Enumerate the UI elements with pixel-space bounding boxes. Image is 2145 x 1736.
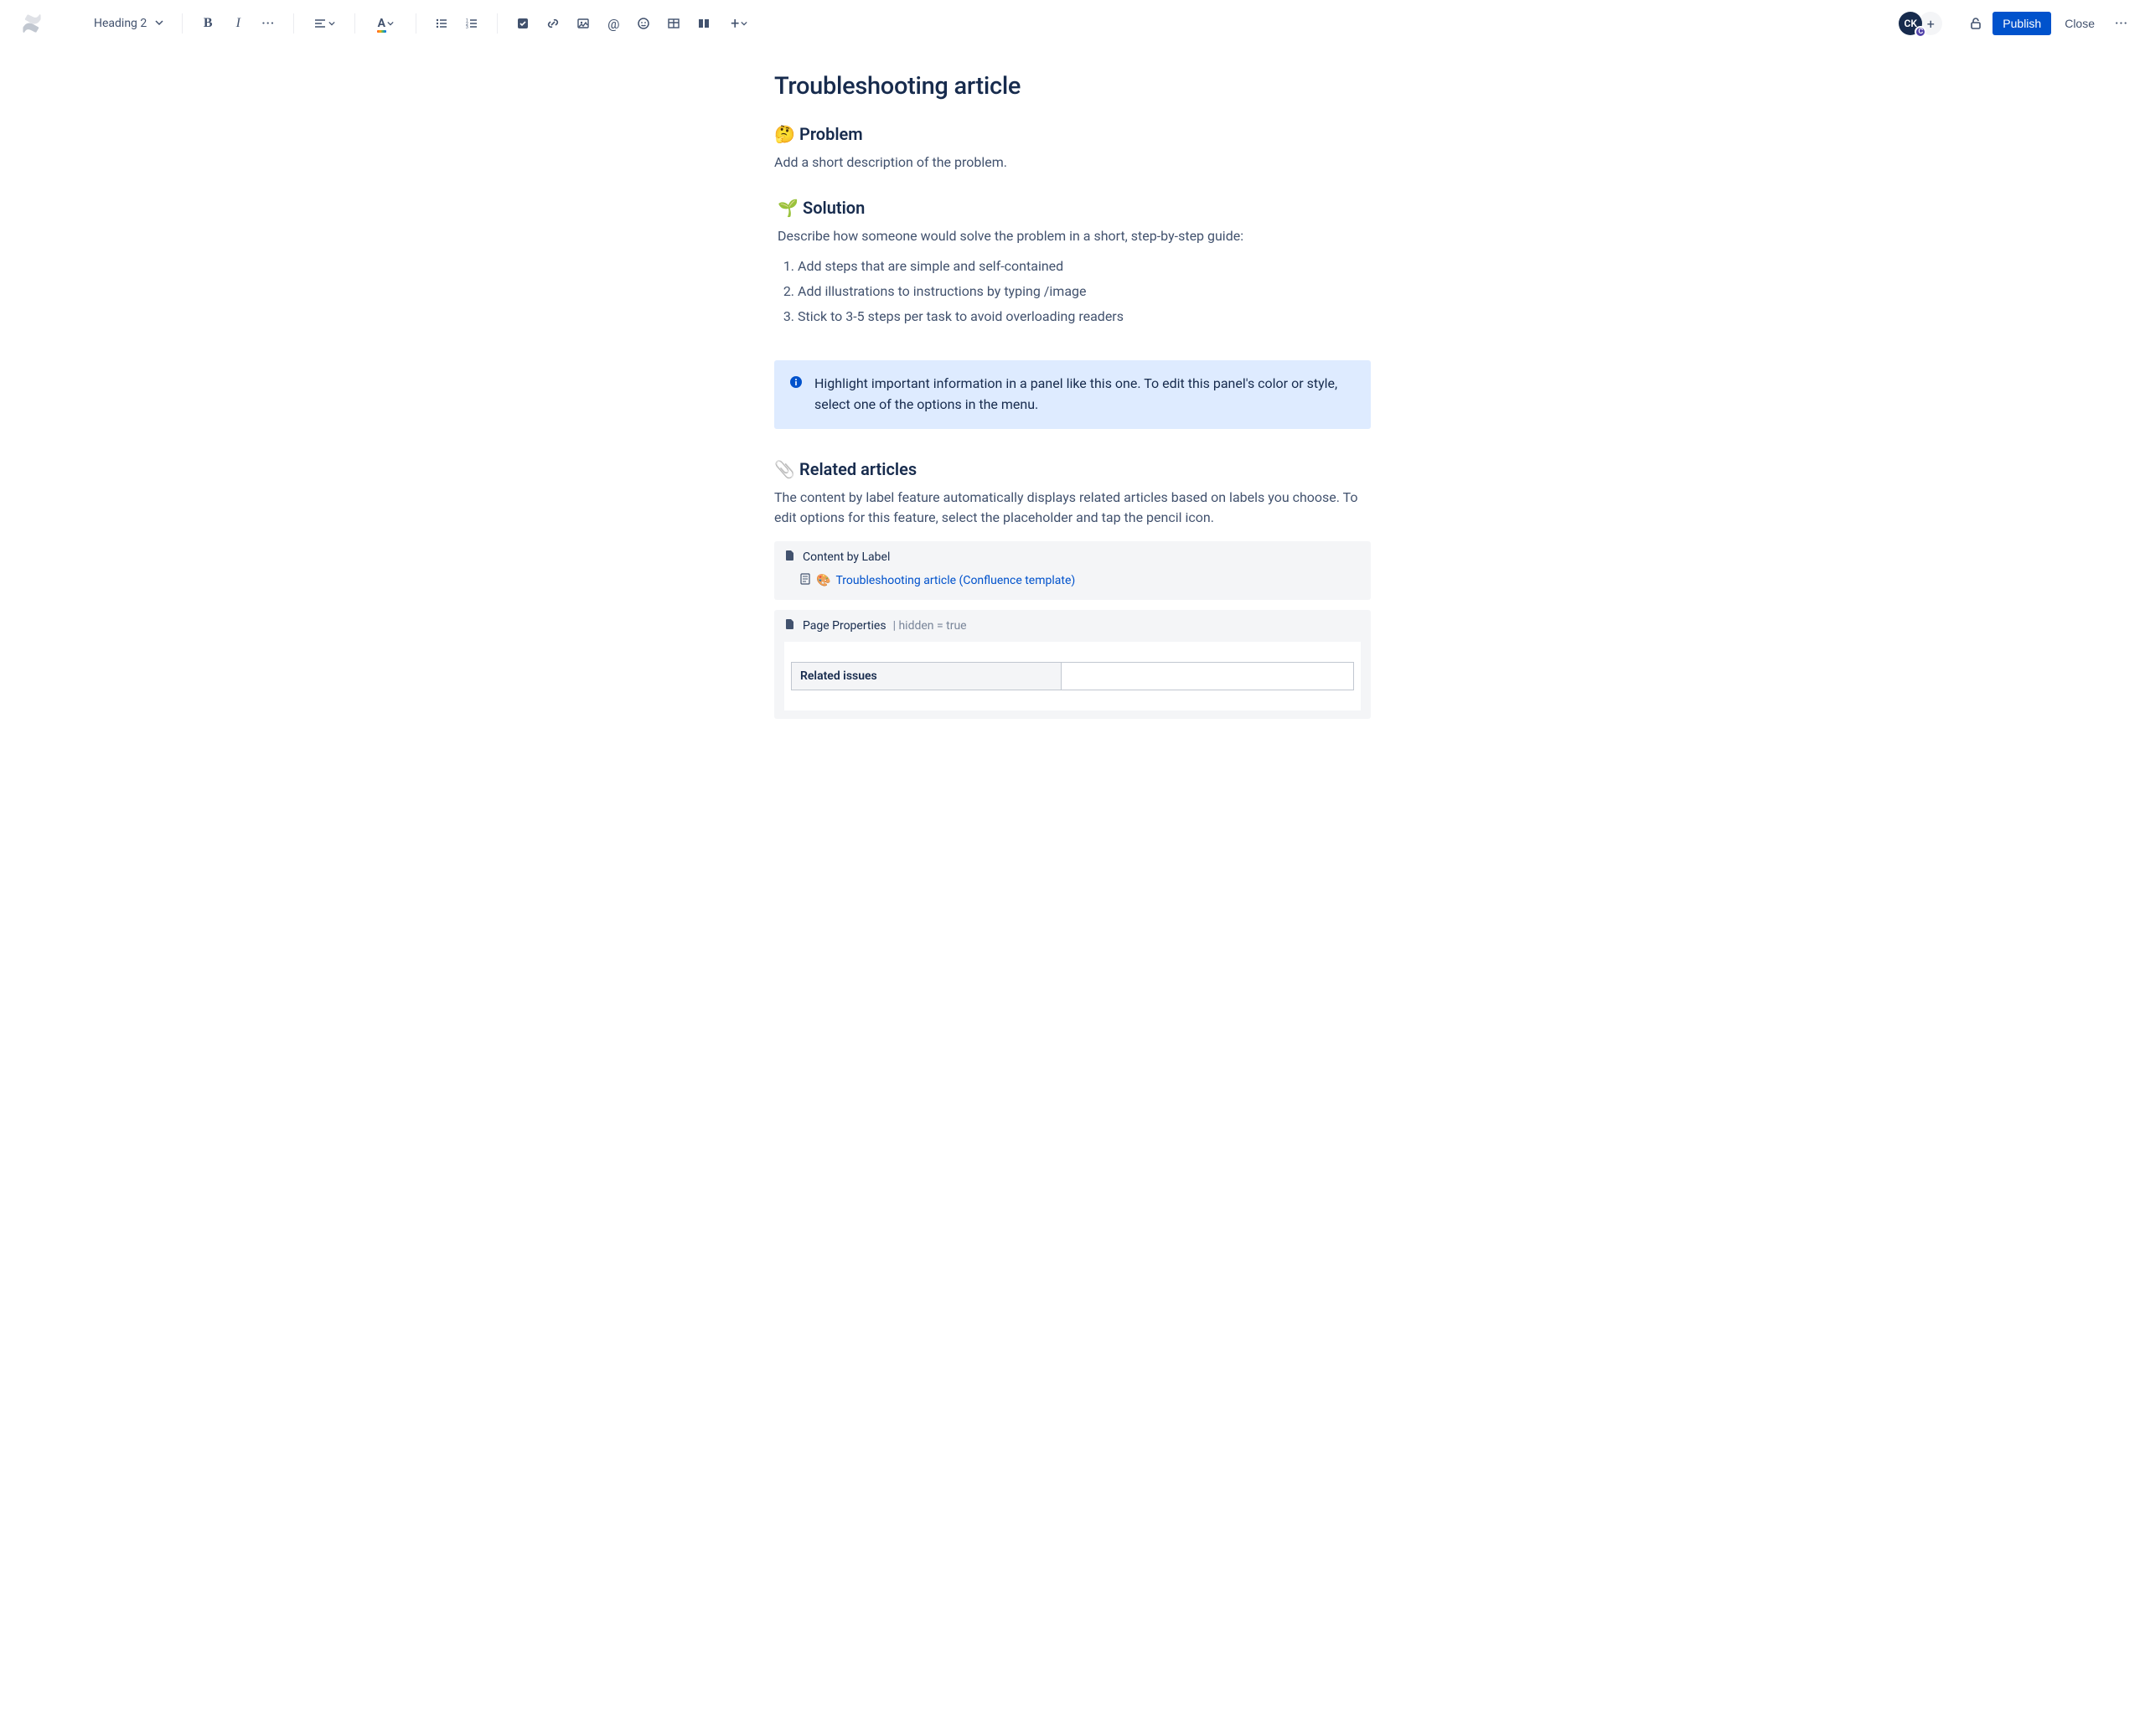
paperclip-emoji: 📎 <box>774 459 793 479</box>
list-item[interactable]: Add steps that are simple and self-conta… <box>798 256 1371 276</box>
toolbar-separator <box>497 13 498 34</box>
text-style-select[interactable]: Heading 2 <box>87 12 170 35</box>
editor-content[interactable]: Troubleshooting article 🤔 Problem Add a … <box>771 72 1374 719</box>
seedling-emoji: 🌱 <box>778 198 796 218</box>
solution-heading[interactable]: 🌱 Solution <box>778 198 1371 218</box>
close-button[interactable]: Close <box>2055 12 2105 35</box>
macro-title: Content by Label <box>803 550 890 564</box>
macro-result-item: 🎨 Troubleshooting article (Confluence te… <box>799 573 1361 588</box>
list-item[interactable]: Add illustrations to instructions by typ… <box>798 282 1371 302</box>
solution-heading-text: Solution <box>803 198 865 218</box>
confluence-logo <box>20 12 44 35</box>
macro-header: Page Properties | hidden = true <box>784 618 1361 633</box>
info-icon <box>789 375 803 416</box>
image-button[interactable] <box>570 10 597 37</box>
bold-button[interactable]: B <box>194 10 221 37</box>
info-panel[interactable]: Highlight important information in a pan… <box>774 360 1371 429</box>
property-name-cell[interactable]: Related issues <box>792 662 1062 690</box>
text-style-label: Heading 2 <box>94 17 147 30</box>
solution-steps[interactable]: Add steps that are simple and self-conta… <box>798 256 1371 327</box>
toolbar-separator <box>182 13 183 34</box>
table-row: Related issues <box>792 662 1354 690</box>
macro-title: Page Properties <box>803 619 886 633</box>
info-panel-text[interactable]: Highlight important information in a pan… <box>814 374 1356 416</box>
related-article-link[interactable]: Troubleshooting article (Confluence temp… <box>835 574 1075 587</box>
more-actions-button[interactable]: ··· <box>2108 10 2135 37</box>
bullet-list-button[interactable] <box>428 10 455 37</box>
text-color-button[interactable]: A <box>367 10 404 37</box>
macro-header: Content by Label <box>784 550 1361 565</box>
insert-menu-button[interactable]: + <box>721 10 757 37</box>
page-properties-macro[interactable]: Page Properties | hidden = true Related … <box>774 610 1371 719</box>
editor-toolbar: Heading 2 B I ··· A 123 @ + CK C + Publi… <box>0 0 2145 47</box>
toolbar-separator <box>354 13 355 34</box>
user-avatar[interactable]: CK C <box>1899 12 1922 35</box>
mention-button[interactable]: @ <box>600 10 627 37</box>
problem-heading[interactable]: 🤔 Problem <box>774 124 1371 144</box>
solution-intro[interactable]: Describe how someone would solve the pro… <box>778 226 1371 246</box>
macro-params: | hidden = true <box>893 619 967 633</box>
more-formatting-button[interactable]: ··· <box>255 10 282 37</box>
related-heading-text: Related articles <box>799 459 917 479</box>
numbered-list-button[interactable]: 123 <box>458 10 485 37</box>
problem-heading-text: Problem <box>799 124 863 144</box>
italic-button[interactable]: I <box>225 10 251 37</box>
document-icon <box>784 550 796 565</box>
link-button[interactable] <box>540 10 566 37</box>
chevron-down-icon <box>155 17 163 30</box>
palette-emoji: 🎨 <box>816 574 830 587</box>
layouts-button[interactable] <box>690 10 717 37</box>
page-icon <box>799 573 811 588</box>
related-heading[interactable]: 📎 Related articles <box>774 459 1371 479</box>
page-properties-body[interactable]: Related issues <box>784 642 1361 710</box>
thinking-face-emoji: 🤔 <box>774 124 793 144</box>
emoji-button[interactable] <box>630 10 657 37</box>
publish-button[interactable]: Publish <box>1993 12 2051 35</box>
avatar-badge: C <box>1915 26 1926 38</box>
table-button[interactable] <box>660 10 687 37</box>
related-description[interactable]: The content by label feature automatical… <box>774 488 1371 528</box>
page-title[interactable]: Troubleshooting article <box>774 72 1371 101</box>
avatar-stack: CK C + <box>1899 12 1942 35</box>
svg-text:3: 3 <box>466 25 468 30</box>
properties-table[interactable]: Related issues <box>791 662 1354 690</box>
content-by-label-macro[interactable]: Content by Label 🎨 Troubleshooting artic… <box>774 541 1371 600</box>
document-icon <box>784 618 796 633</box>
restrictions-button[interactable] <box>1962 10 1989 37</box>
property-value-cell[interactable] <box>1062 662 1354 690</box>
alignment-button[interactable] <box>306 10 343 37</box>
problem-description[interactable]: Add a short description of the problem. <box>774 152 1371 173</box>
list-item[interactable]: Stick to 3-5 steps per task to avoid ove… <box>798 307 1371 327</box>
action-item-button[interactable] <box>509 10 536 37</box>
toolbar-separator <box>293 13 294 34</box>
